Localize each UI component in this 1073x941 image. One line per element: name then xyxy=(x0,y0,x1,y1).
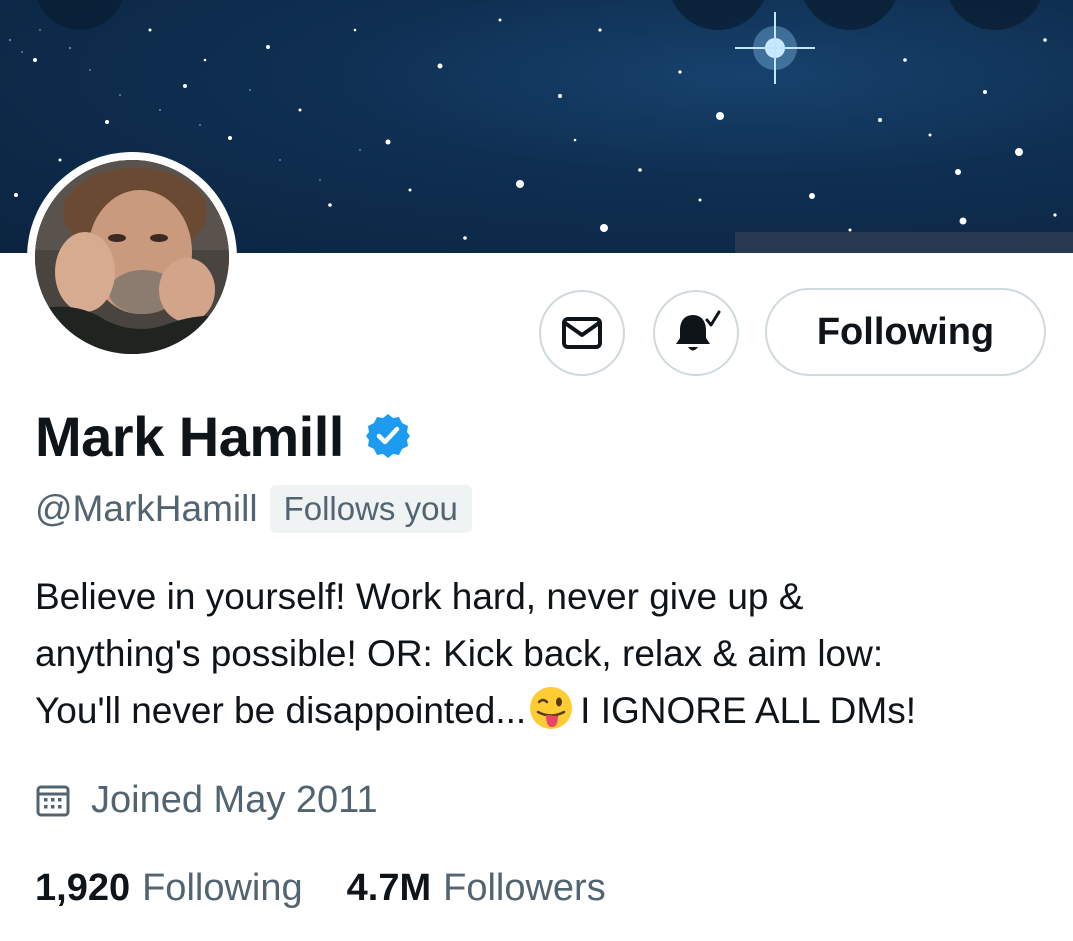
follow-stats: 1,920 Following 4.7M Followers xyxy=(35,860,606,916)
bell-check-icon xyxy=(676,310,721,351)
envelope-icon xyxy=(562,317,602,349)
followers-label: Followers xyxy=(443,866,606,909)
message-button[interactable] xyxy=(539,290,625,376)
joined-date-row: Joined May 2011 xyxy=(35,772,378,828)
following-button[interactable]: Following xyxy=(765,288,1046,376)
avatar[interactable] xyxy=(27,152,237,362)
followers-stat-link[interactable]: 4.7M Followers xyxy=(347,867,606,910)
display-name: Mark Hamill xyxy=(35,404,344,468)
follows-you-badge: Follows you xyxy=(269,485,472,533)
bio-after-emoji: I IGNORE ALL DMs! xyxy=(580,690,916,731)
bio-line: anything's possible! OR: Kick back, rela… xyxy=(35,633,884,674)
bio-line-last: You'll never be disappointed... I IGNORE… xyxy=(35,682,1045,739)
following-label: Following xyxy=(142,866,303,909)
notifications-button[interactable] xyxy=(653,290,739,376)
following-stat-link[interactable]: 1,920 Following xyxy=(35,867,303,910)
followers-count: 4.7M xyxy=(346,866,432,909)
following-count: 1,920 xyxy=(35,866,131,909)
username-handle: @MarkHamill xyxy=(35,488,258,529)
profile-name-row: Mark Hamill xyxy=(35,400,412,472)
profile-bio: Believe in yourself! Work hard, never gi… xyxy=(35,568,1045,739)
avatar-photo xyxy=(35,160,229,354)
handle-row: @MarkHamill Follows you xyxy=(35,484,472,534)
verified-badge-icon xyxy=(365,414,410,458)
winking-face-with-tongue-icon xyxy=(530,687,573,729)
calendar-icon xyxy=(36,785,70,817)
bio-line-text: You'll never be disappointed... xyxy=(35,690,527,731)
bio-line: Believe in yourself! Work hard, never gi… xyxy=(35,576,804,617)
joined-date: Joined May 2011 xyxy=(91,778,378,821)
